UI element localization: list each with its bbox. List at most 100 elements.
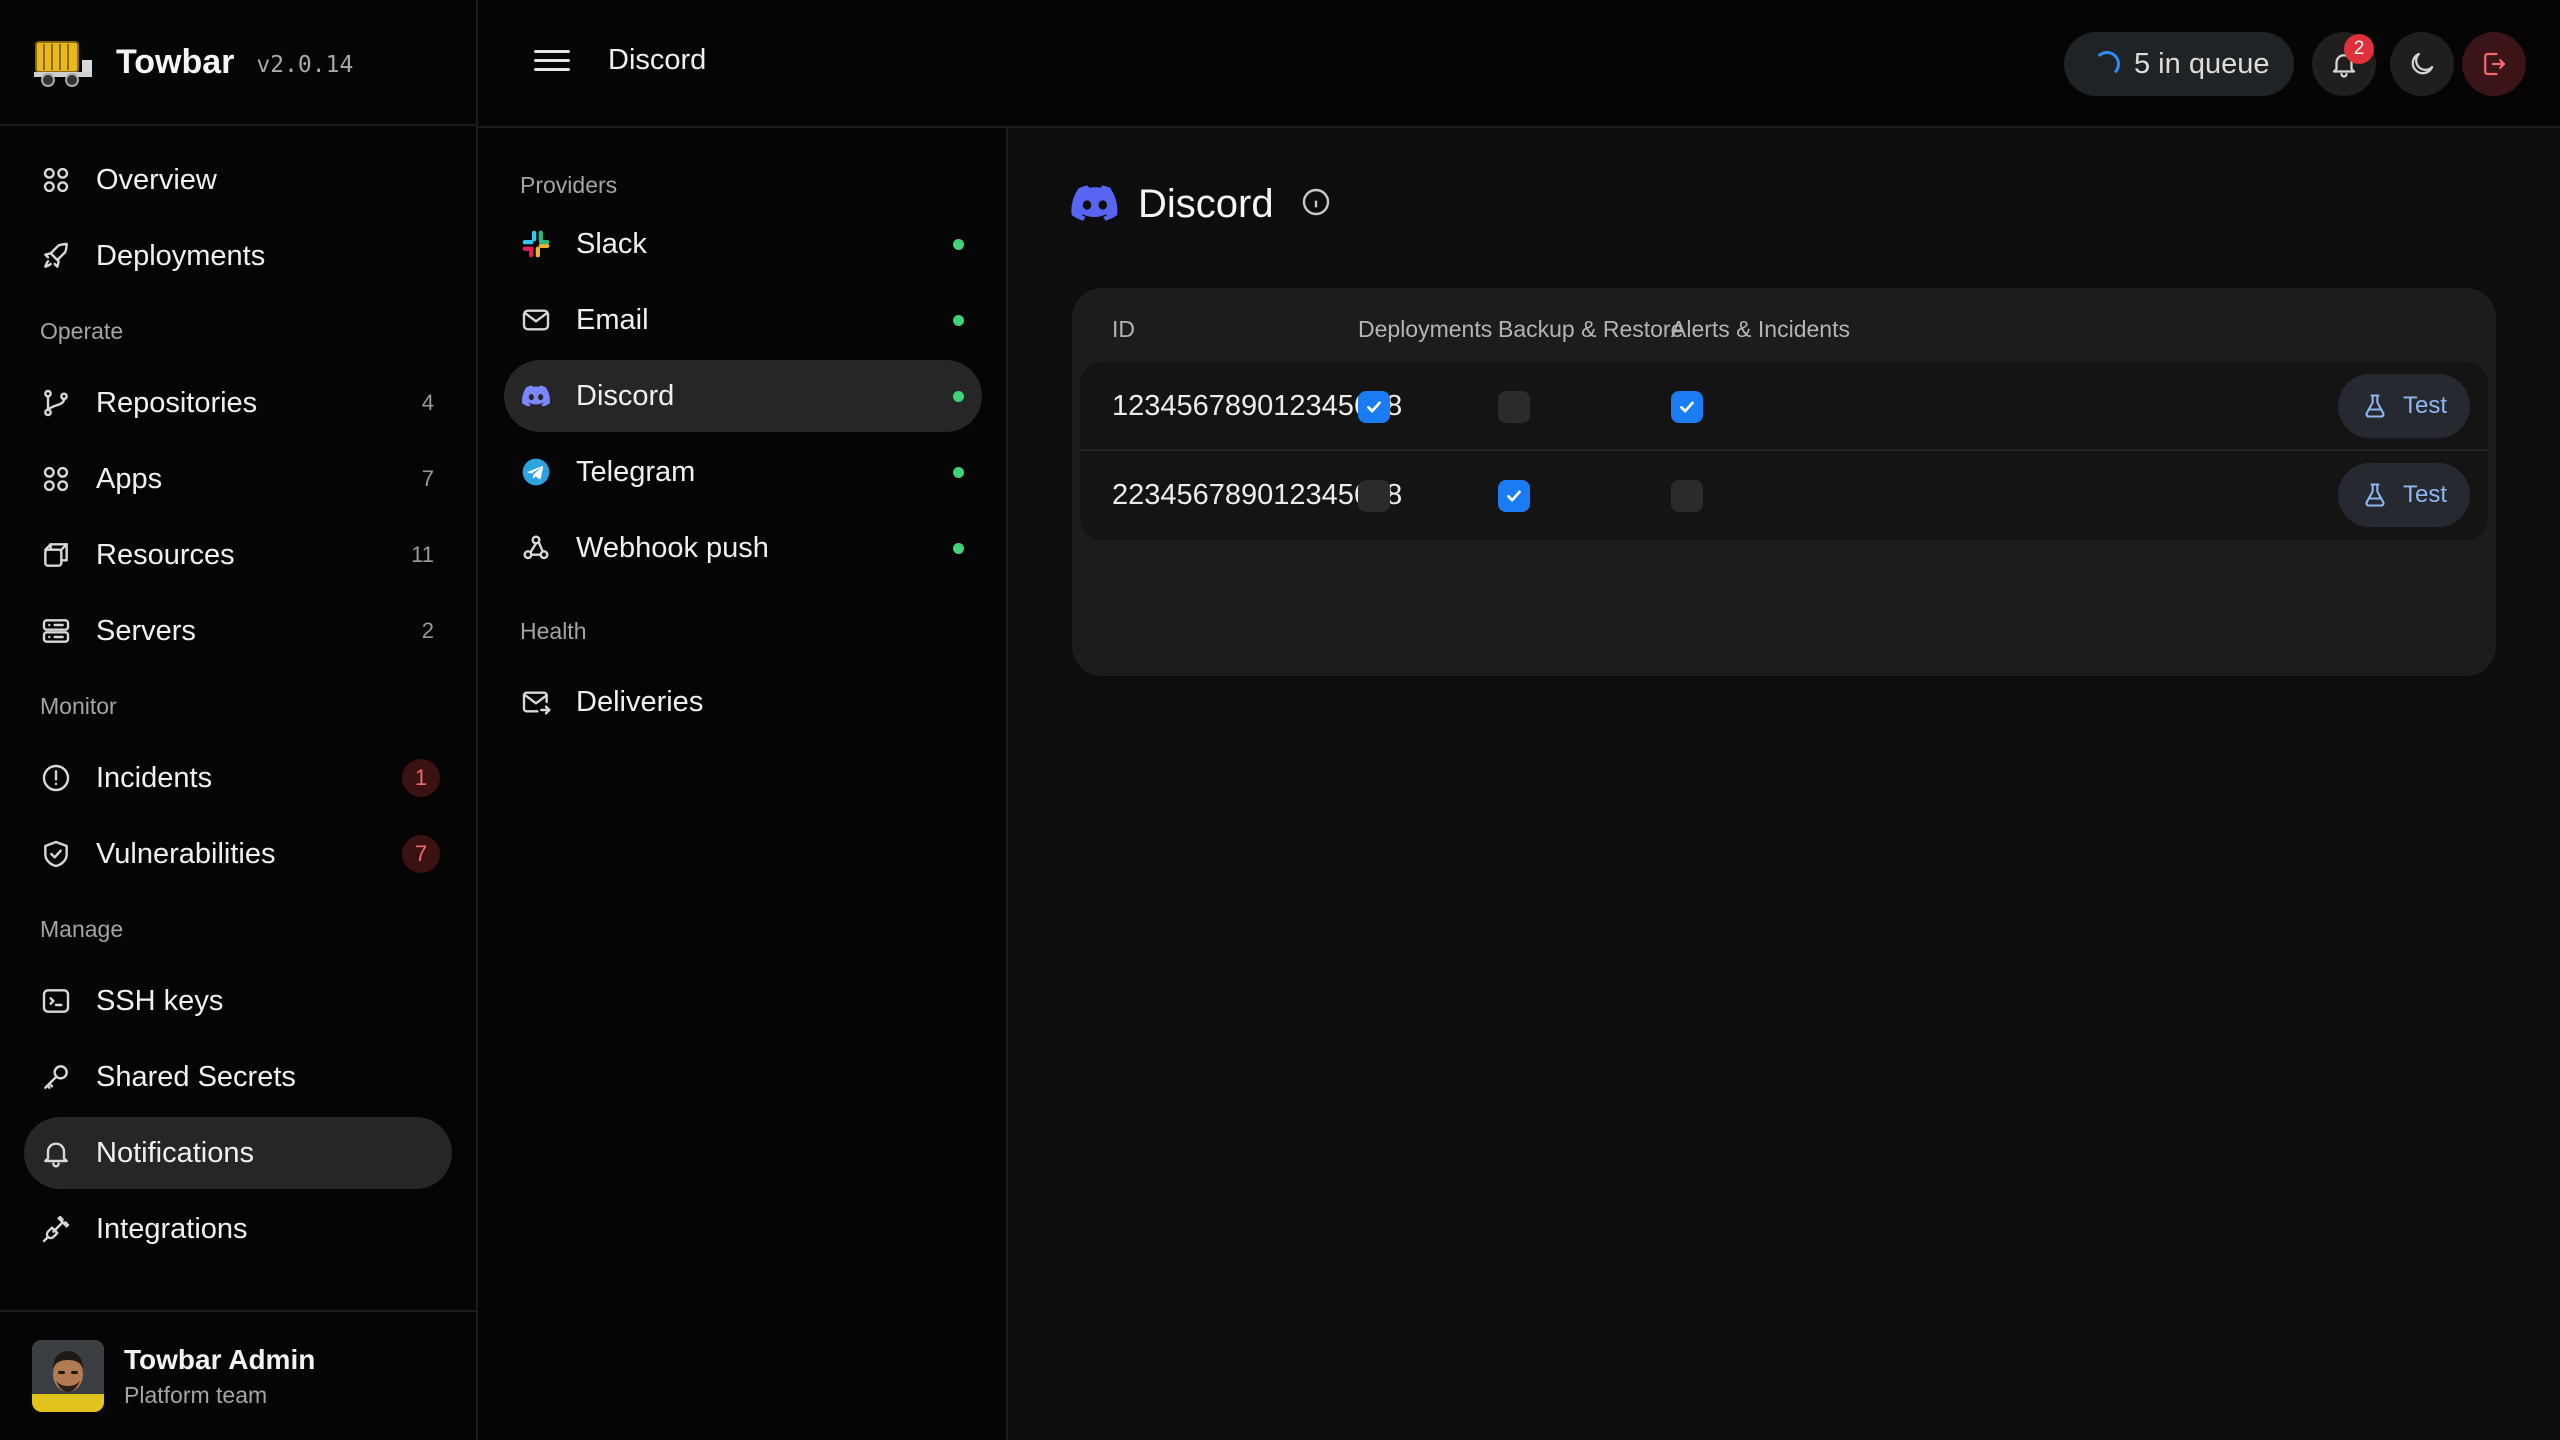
sidebar-item-notifications[interactable]: Notifications (24, 1117, 452, 1189)
sidebar-item-label: Deployments (96, 239, 266, 272)
git-branch-icon (40, 387, 72, 419)
sidebar: Towbar v2.0.14 Overview Deployments Oper… (0, 0, 478, 1440)
logout-button[interactable] (2462, 32, 2526, 96)
alerts-incidents-checkbox[interactable] (1671, 391, 1703, 423)
sidebar-item-label: Servers (96, 614, 196, 647)
provider-item-slack[interactable]: Slack (504, 208, 982, 280)
terminal-icon (40, 985, 72, 1017)
key-icon (40, 1061, 72, 1093)
section-operate: Operate (40, 318, 124, 344)
grid-icon (40, 463, 72, 495)
grid-icon (40, 164, 72, 196)
sidebar-item-label: SSH keys (96, 984, 224, 1017)
status-dot (953, 390, 964, 402)
sidebar-item-repositories[interactable]: Repositories 4 (24, 367, 452, 439)
check-icon (1507, 490, 1521, 502)
test-button-label: Test (2402, 481, 2447, 508)
app-name: Towbar (116, 42, 235, 81)
avatar (32, 1340, 104, 1412)
towbar-logo-icon (32, 36, 96, 88)
provider-item-email[interactable]: Email (504, 284, 982, 356)
main-content: Discord ID Deployments Backup & Restore … (1008, 128, 2560, 1440)
sidebar-item-vulnerabilities[interactable]: Vulnerabilities 7 (24, 818, 452, 890)
provider-item-deliveries[interactable]: Deliveries (504, 666, 982, 738)
notifications-button[interactable]: 2 (2312, 32, 2376, 96)
deployments-checkbox[interactable] (1358, 391, 1390, 423)
column-header-backup-restore: Backup & Restore (1498, 316, 1684, 342)
notification-count-badge: 2 (2344, 34, 2374, 64)
sidebar-item-shared-secrets[interactable]: Shared Secrets (24, 1041, 452, 1113)
brand: Towbar v2.0.14 (0, 0, 476, 126)
sidebar-item-label: Shared Secrets (96, 1060, 296, 1093)
plug-icon (40, 1213, 72, 1245)
sidebar-item-deployments[interactable]: Deployments (24, 220, 452, 292)
provider-label: Deliveries (576, 685, 704, 718)
provider-label: Slack (576, 227, 647, 260)
sidebar-item-overview[interactable]: Overview (24, 144, 452, 216)
vulnerabilities-badge: 7 (402, 835, 440, 873)
backup-restore-checkbox[interactable] (1498, 391, 1530, 423)
backup-restore-checkbox[interactable] (1498, 480, 1530, 512)
providers-panel: Providers Slack Email Discord Telegram W… (478, 128, 1008, 1440)
sidebar-item-integrations[interactable]: Integrations (24, 1193, 452, 1265)
test-button-label: Test (2402, 392, 2447, 419)
provider-label: Email (576, 303, 649, 336)
theme-toggle-button[interactable] (2390, 32, 2454, 96)
incidents-badge: 1 (402, 759, 440, 797)
bell-icon (40, 1137, 72, 1169)
user-profile[interactable]: Towbar Admin Platform team (0, 1310, 476, 1440)
webhook-icon (520, 532, 552, 564)
item-count: 4 (421, 390, 434, 415)
slack-icon (520, 228, 552, 260)
app-version: v2.0.14 (256, 52, 354, 78)
moon-icon (2411, 52, 2434, 75)
sidebar-item-ssh-keys[interactable]: SSH keys (24, 965, 452, 1037)
hamburger-menu-icon[interactable] (534, 44, 570, 80)
item-count: 7 (421, 466, 434, 491)
item-count: 2 (421, 618, 434, 643)
flask-icon (2365, 394, 2385, 418)
provider-label: Webhook push (576, 531, 769, 564)
status-dot (953, 238, 964, 250)
sidebar-item-label: Repositories (96, 386, 258, 419)
server-icon (40, 615, 72, 647)
page-header: Discord (1070, 182, 1332, 227)
provider-item-discord[interactable]: Discord (504, 360, 982, 432)
main-nav: Overview Deployments Operate Repositorie… (0, 126, 476, 1265)
provider-label: Telegram (576, 455, 696, 488)
alert-circle-icon (40, 762, 72, 794)
check-icon (1680, 401, 1694, 413)
section-monitor: Monitor (40, 693, 117, 719)
section-providers: Providers (520, 172, 618, 198)
test-button[interactable]: Test (2338, 374, 2470, 438)
page-breadcrumb-title: Discord (608, 44, 707, 76)
sidebar-item-label: Integrations (96, 1212, 248, 1245)
user-team: Platform team (124, 1381, 268, 1408)
box-icon (40, 539, 72, 571)
status-dot (953, 542, 964, 554)
sidebar-item-resources[interactable]: Resources 11 (24, 519, 452, 591)
provider-item-webhook-push[interactable]: Webhook push (504, 512, 982, 584)
sidebar-item-label: Vulnerabilities (96, 837, 276, 870)
status-dot (953, 466, 964, 478)
shield-icon (40, 838, 72, 870)
table-body: 123456789012345678 Test 2234567890123456… (1080, 362, 2488, 540)
sidebar-item-servers[interactable]: Servers 2 (24, 595, 452, 667)
flask-icon (2365, 483, 2385, 507)
provider-item-telegram[interactable]: Telegram (504, 436, 982, 508)
deployments-checkbox[interactable] (1358, 480, 1390, 512)
section-health: Health (520, 618, 587, 644)
sidebar-item-apps[interactable]: Apps 7 (24, 443, 452, 515)
queue-label: 5 in queue (2134, 47, 2270, 80)
test-button[interactable]: Test (2338, 463, 2470, 527)
sidebar-item-incidents[interactable]: Incidents 1 (24, 742, 452, 814)
mail-send-icon (520, 686, 552, 718)
provider-label: Discord (576, 379, 675, 412)
alerts-incidents-checkbox[interactable] (1671, 480, 1703, 512)
topbar: Discord 5 in queue 2 (478, 0, 2560, 128)
page-title: Discord (1138, 182, 1274, 226)
info-icon[interactable] (1300, 186, 1332, 223)
queue-status-button[interactable]: 5 in queue (2064, 32, 2294, 96)
table-row: 223456789012345678 Test (1080, 451, 2488, 540)
logout-icon (2484, 52, 2506, 76)
